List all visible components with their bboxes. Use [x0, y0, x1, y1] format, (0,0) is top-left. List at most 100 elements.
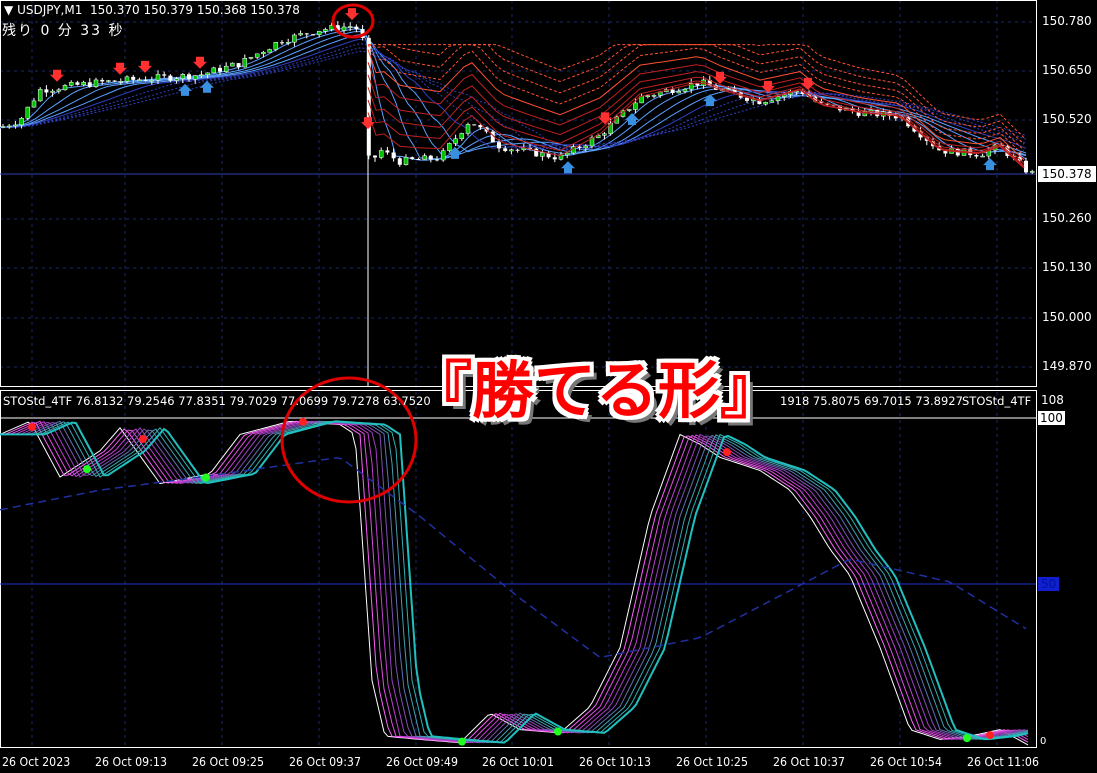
candle-body: [428, 155, 433, 160]
candle-body: [292, 34, 297, 43]
indicator-values-right: 1918 75.8075 69.7015 73.8927: [780, 394, 963, 408]
candle-body: [552, 157, 557, 160]
candle-body: [298, 33, 303, 36]
sell-arrow-icon: [50, 69, 64, 82]
candle-body: [230, 62, 235, 67]
candle-body: [397, 158, 402, 165]
candle-body: [980, 155, 985, 158]
candle-body: [503, 148, 508, 151]
indicator-max-label: 108: [1041, 393, 1064, 407]
candle-body: [633, 102, 638, 110]
candle-body: [280, 42, 284, 44]
bearish-ma-line: [368, 44, 1025, 138]
sell-arrow-icon: [193, 56, 207, 69]
candle-body: [137, 79, 142, 81]
candle-body: [168, 75, 173, 81]
main-frame: [0, 0, 1037, 387]
candle-body: [267, 49, 272, 53]
symbol-label: USDJPY,M1: [17, 3, 83, 17]
buy-arrow-icon: [200, 80, 214, 93]
candle-body: [44, 89, 49, 93]
buy-arrow-icon: [561, 161, 575, 174]
level-0-label: 0: [1040, 736, 1047, 747]
candle-body: [676, 91, 682, 94]
candle-body: [19, 118, 24, 126]
candle-body: [583, 145, 589, 149]
candle-body: [261, 52, 266, 55]
candle-body: [645, 95, 651, 97]
stoch-line: [0, 421, 1029, 744]
candle-body: [62, 85, 68, 91]
candle-body: [459, 133, 465, 139]
price-tick: 150.780: [1042, 14, 1092, 28]
bar-timer: 残り 0 分 33 秒: [2, 23, 125, 39]
candle-body: [763, 102, 768, 105]
buy-arrow-icon: [983, 158, 997, 171]
ohlc-values: 150.370 150.379 150.368 150.378: [90, 3, 300, 17]
indicator-frame: [0, 390, 1037, 748]
candle-body: [304, 33, 309, 35]
price-tick: 149.870: [1042, 359, 1092, 373]
candle-body: [373, 155, 377, 158]
candle-body: [540, 152, 545, 157]
candle-body: [410, 157, 415, 160]
candle-body: [248, 57, 254, 59]
candle-body: [974, 155, 979, 157]
candle-body: [87, 82, 92, 87]
bearish-ma-line: [367, 49, 1025, 161]
candle-body: [199, 74, 204, 76]
candle-body: [447, 143, 452, 151]
candle-body: [131, 76, 136, 80]
price-tick: 150.650: [1042, 63, 1092, 77]
stoch-line: [0, 420, 1029, 744]
candle-body: [149, 79, 155, 82]
candle-body: [651, 95, 657, 97]
overlay-title: 『勝てる形』: [410, 354, 783, 427]
candle-body: [682, 88, 688, 92]
candle-body: [403, 156, 409, 166]
overbought-dot-icon: [28, 422, 36, 431]
candle-body: [93, 79, 99, 88]
candle-body: [391, 152, 396, 159]
candle-body: [6, 125, 12, 128]
candle-body: [416, 159, 421, 161]
overbought-dot-icon: [723, 448, 731, 457]
candle-body: [37, 89, 43, 102]
candle-body: [1024, 160, 1028, 173]
time-tick: 26 Oct 10:01: [482, 755, 554, 769]
candle-body: [440, 150, 446, 161]
stoch-line: [0, 420, 1029, 744]
time-tick: 26 Oct 10:13: [579, 755, 651, 769]
candle-body: [670, 89, 675, 93]
candle-body: [435, 159, 439, 161]
stoch-line: [0, 420, 1029, 744]
candle-body: [106, 80, 111, 82]
sell-arrow-icon: [345, 8, 359, 21]
oversold-dot-icon: [202, 473, 210, 482]
mt4-chart-window[interactable]: ▼ USDJPY,M1 150.370 150.379 150.368 150.…: [0, 0, 1097, 773]
candle-body: [100, 79, 105, 82]
candle-body: [81, 82, 86, 86]
oversold-dot-icon: [963, 734, 971, 743]
candle-body: [775, 96, 781, 102]
candle-body: [187, 74, 191, 80]
level-100-label: 100: [1038, 411, 1065, 425]
candle-body: [422, 155, 427, 160]
candle-body: [285, 41, 291, 44]
time-tick: 26 Oct 09:13: [95, 755, 167, 769]
candle-body: [13, 124, 18, 127]
candle-body: [497, 142, 501, 149]
candle-body: [347, 26, 353, 28]
candle-body: [385, 150, 390, 153]
candle-body: [577, 146, 582, 148]
stoch-line: [0, 420, 1029, 746]
collapse-triangle-icon[interactable]: ▼: [4, 3, 13, 17]
candle-body: [515, 149, 520, 151]
stoch-line: [0, 420, 1029, 744]
overbought-dot-icon: [986, 731, 994, 740]
candle-body: [25, 106, 31, 119]
candle-body: [453, 138, 458, 144]
candle-body: [118, 81, 124, 83]
candle-body: [174, 78, 179, 81]
candle-body: [75, 82, 80, 85]
